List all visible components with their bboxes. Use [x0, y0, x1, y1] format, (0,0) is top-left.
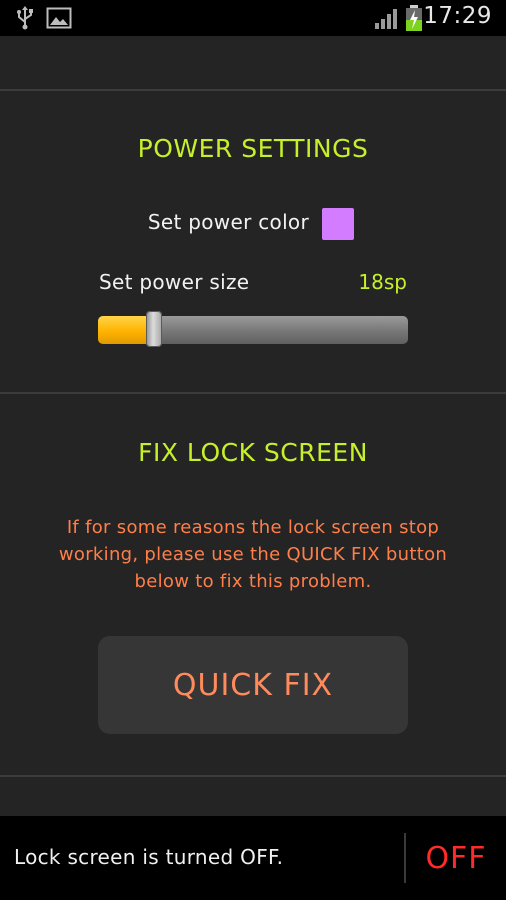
- usb-icon: [17, 6, 33, 30]
- status-clock: 17:29: [423, 3, 492, 29]
- quick-fix-button[interactable]: QUICK FIX: [98, 636, 408, 734]
- power-size-slider[interactable]: [98, 316, 408, 344]
- divider: [0, 775, 506, 777]
- status-bar: 17:29: [0, 0, 506, 36]
- gallery-icon: [46, 7, 72, 29]
- lock-screen-status-text: Lock screen is turned OFF.: [14, 845, 284, 869]
- power-color-swatch[interactable]: [322, 208, 354, 240]
- power-settings-title: POWER SETTINGS: [137, 134, 369, 163]
- set-power-size-label: Set power size: [99, 270, 250, 294]
- fix-description: If for some reasons the lock screen stop…: [58, 517, 448, 592]
- signal-icon: [375, 9, 397, 29]
- settings-screen: 17:29 POWER SETTINGS Set power color Set…: [0, 0, 506, 900]
- fix-lock-screen-title: FIX LOCK SCREEN: [138, 438, 368, 467]
- lock-screen-toggle[interactable]: OFF: [406, 816, 506, 900]
- divider: [0, 392, 506, 394]
- power-size-slider-thumb[interactable]: [146, 311, 162, 347]
- power-size-value: 18sp: [358, 270, 407, 294]
- battery-charging-icon: [406, 5, 422, 31]
- divider: [0, 89, 506, 91]
- bottom-bar: Lock screen is turned OFF. OFF: [0, 816, 506, 900]
- set-power-color-label: Set power color: [147, 210, 309, 234]
